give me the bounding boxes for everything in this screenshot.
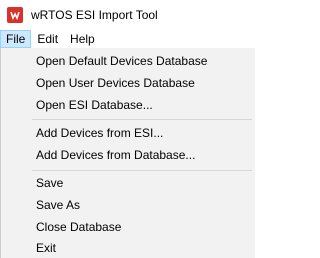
menu-item-open-default-devices-database[interactable]: Open Default Devices Database (1, 50, 255, 72)
menu-item-add-devices-from-esi[interactable]: Add Devices from ESI... (1, 122, 255, 144)
file-menu-dropdown: Open Default Devices Database Open User … (0, 48, 255, 258)
menu-item-add-devices-from-database[interactable]: Add Devices from Database... (1, 144, 255, 166)
menu-edit[interactable]: Edit (31, 30, 64, 48)
menu-item-save[interactable]: Save (1, 172, 255, 194)
window-title: wRTOS ESI Import Tool (31, 8, 158, 22)
menu-bar: File Edit Help (0, 30, 255, 48)
app-window: wRTOS ESI Import Tool File Edit Help Ope… (0, 0, 255, 258)
menu-help[interactable]: Help (64, 30, 101, 48)
menu-item-close-database[interactable]: Close Database (1, 216, 255, 238)
menu-file[interactable]: File (0, 30, 32, 48)
menu-item-open-esi-database[interactable]: Open ESI Database... (1, 94, 255, 116)
menu-separator (32, 119, 252, 120)
menu-item-open-user-devices-database[interactable]: Open User Devices Database (1, 72, 255, 94)
title-bar: wRTOS ESI Import Tool (0, 0, 255, 30)
menu-item-exit[interactable]: Exit (1, 237, 255, 258)
app-logo-icon (7, 7, 23, 23)
menu-item-save-as[interactable]: Save As (1, 194, 255, 216)
menu-separator (32, 170, 252, 171)
